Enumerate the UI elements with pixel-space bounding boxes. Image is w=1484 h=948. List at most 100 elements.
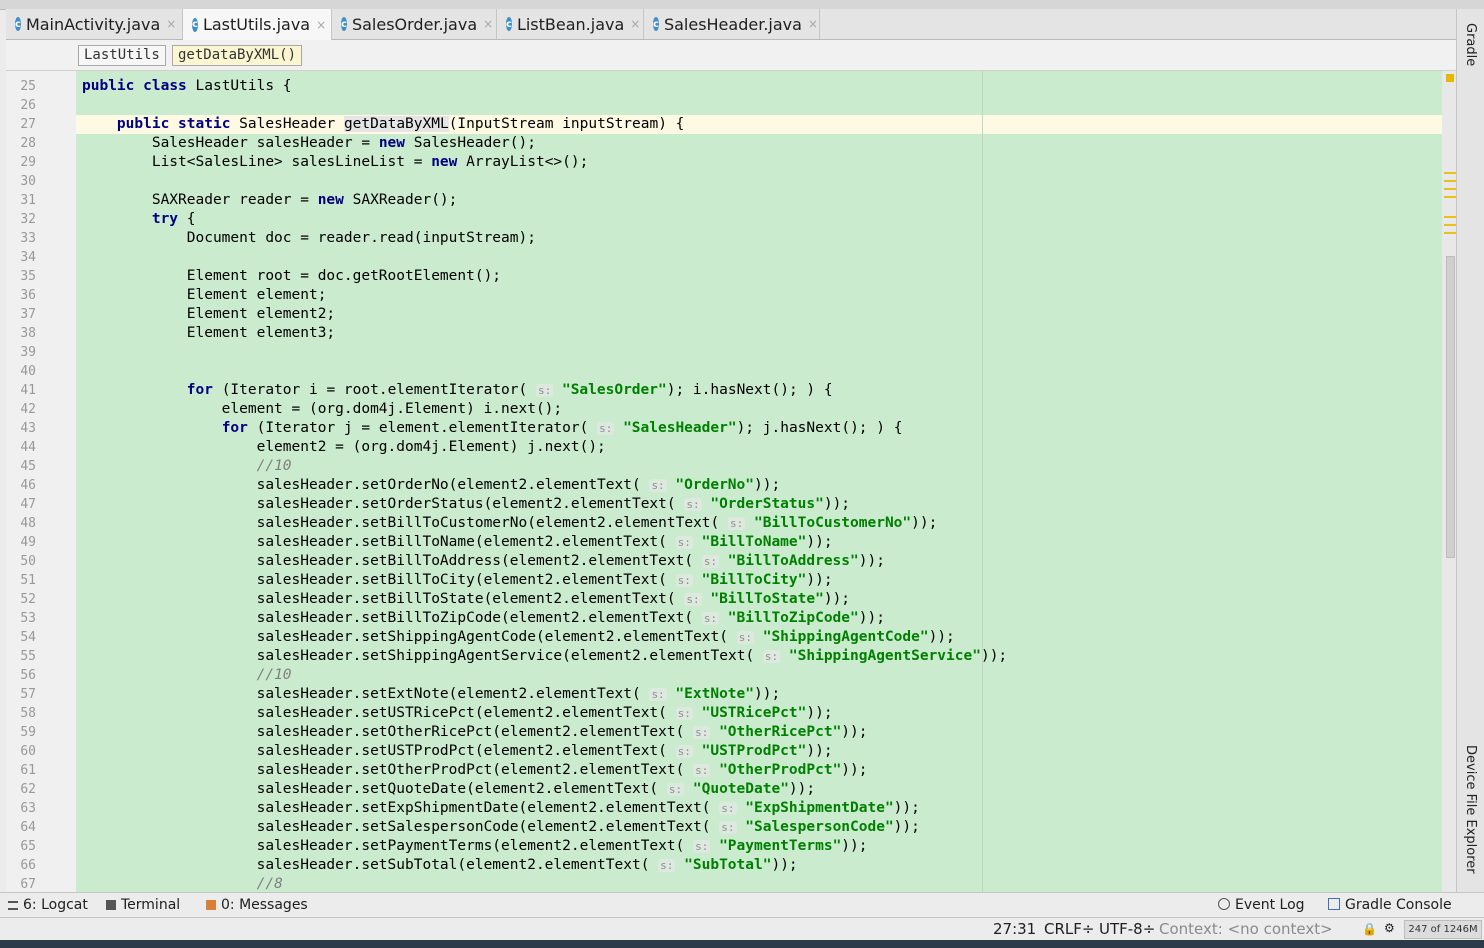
line-number: 32 (20, 212, 36, 227)
code-token: "OtherProdPct" (719, 762, 842, 778)
code-token: SAXReader reader = (82, 192, 318, 208)
code-token: s: (675, 707, 693, 720)
code-line: salesHeader.setBillToZipCode(element2.el… (82, 609, 885, 628)
code-line: element = (org.dom4j.Element) i.next(); (82, 400, 562, 419)
vertical-scrollbar-thumb[interactable] (1446, 256, 1455, 558)
code-line: salesHeader.setOtherProdPct(element2.ele… (82, 761, 868, 780)
code-token: { (178, 211, 196, 227)
code-token: salesHeader.setQuoteDate(element2.elemen… (82, 781, 667, 797)
code-token: "BillToName" (701, 534, 807, 550)
logcat-button[interactable]: 6: Logcat (8, 897, 88, 913)
memory-indicator[interactable]: 247 of 1246M (1404, 920, 1482, 939)
line-number-gutter[interactable]: 25 26 27 28 29 30 31 32 33 34 35 36 37 38 39 40 41 42 43 44… (6, 71, 77, 892)
line-number: 49 (20, 535, 36, 550)
code-token: salesHeader.setUSTProdPct(element2.eleme… (82, 743, 676, 759)
messages-label: 0: Messages (221, 897, 308, 913)
line-number: 35 (20, 269, 36, 284)
code-token: s: (693, 726, 711, 739)
code-token: Element element3; (82, 325, 336, 341)
code-line: salesHeader.setSubTotal(element2.element… (82, 856, 798, 875)
code-token: List<SalesLine> salesLineList = (82, 154, 432, 170)
tab-last-utils[interactable]: c LastUtils.java × (183, 9, 332, 40)
encoding-selector[interactable]: UTF-8÷ (1099, 920, 1155, 938)
warning-marker (1444, 188, 1456, 190)
code-token: s: (597, 422, 615, 435)
close-icon[interactable]: × (166, 17, 176, 31)
tab-sales-order[interactable]: c SalesOrder.java × (332, 9, 497, 39)
error-stripe[interactable] (1442, 71, 1456, 892)
code-token: salesHeader.setShippingAgentCode(element… (82, 629, 737, 645)
code-line: salesHeader.setQuoteDate(element2.elemen… (82, 780, 816, 799)
tab-label: SalesHeader.java (663, 14, 802, 34)
code-token: salesHeader.setSalespersonCode(element2.… (82, 819, 720, 835)
java-class-icon: c (653, 17, 659, 31)
code-token: "OrderNo" (675, 477, 754, 493)
warning-marker (1444, 224, 1456, 226)
tab-main-activity[interactable]: c MainActivity.java × (6, 9, 183, 39)
close-icon[interactable]: × (808, 17, 818, 31)
terminal-button[interactable]: Terminal (106, 897, 180, 913)
line-number: 45 (20, 459, 36, 474)
code-token: salesHeader.setExpShipmentDate(element2.… (82, 800, 720, 816)
code-token: (Iterator j = element.elementIterator( (247, 420, 598, 436)
gradle-panel-button[interactable]: Gradle (1463, 23, 1478, 66)
code-token: salesHeader.setPaymentTerms(element2.ele… (82, 838, 694, 854)
breadcrumb-method[interactable]: getDataByXML() (172, 45, 303, 66)
code-token: ArrayList<>(); (457, 154, 589, 170)
java-class-icon: c (506, 17, 512, 31)
code-token: salesHeader.setSubTotal(element2.element… (82, 857, 659, 873)
code-token: )); (806, 572, 833, 588)
code-token: s: (684, 593, 702, 606)
code-token: //10 (256, 458, 292, 474)
line-number: 29 (20, 155, 36, 170)
code-editor[interactable]: public class LastUtils { public static S… (76, 71, 1456, 892)
line-number: 26 (20, 98, 36, 113)
code-line: salesHeader.setBillToCustomerNo(element2… (82, 514, 938, 533)
java-class-icon: c (341, 17, 347, 31)
gradle-console-button[interactable]: Gradle Console (1328, 897, 1452, 913)
breadcrumb-class[interactable]: LastUtils (78, 45, 166, 66)
code-line: element2 = (org.dom4j.Element) j.next(); (82, 438, 606, 457)
close-icon[interactable]: × (483, 17, 493, 31)
tab-list-bean[interactable]: c ListBean.java × (497, 9, 644, 39)
line-number: 53 (20, 611, 36, 626)
code-token: for (186, 382, 213, 398)
code-token: for (221, 420, 248, 436)
code-token: "BillToAddress" (727, 553, 859, 569)
code-token: salesHeader.setOtherRicePct(element2.ele… (82, 724, 694, 740)
code-token: )); (754, 477, 781, 493)
device-file-explorer-button[interactable]: Device File Explorer (1463, 745, 1478, 874)
close-icon[interactable]: × (630, 17, 640, 31)
line-number: 40 (20, 364, 36, 379)
code-line: salesHeader.setShippingAgentService(elem… (82, 647, 1008, 666)
line-separator-selector[interactable]: CRLF÷ (1044, 920, 1094, 938)
code-token: "PaymentTerms" (719, 838, 842, 854)
tool-window-bar: 6: Logcat Terminal 0: Messages Event Log… (0, 892, 1484, 918)
messages-button[interactable]: 0: Messages (206, 897, 308, 913)
tab-sales-header[interactable]: c SalesHeader.java × (644, 9, 820, 39)
close-icon[interactable]: × (316, 18, 326, 32)
line-number: 55 (20, 649, 36, 664)
caret-position[interactable]: 27:31 (993, 920, 1036, 938)
code-token: "QuoteDate" (692, 781, 789, 797)
inspector-icon[interactable]: ⚙ (1384, 921, 1395, 935)
code-token: s: (666, 783, 685, 796)
lock-icon[interactable]: 🔒 (1362, 922, 1377, 936)
line-number: 56 (20, 668, 36, 683)
code-token: salesHeader.setBillToCity(element2.eleme… (82, 572, 676, 588)
code-token: "ExtNote" (675, 686, 754, 702)
code-token: Document doc = reader.read(inputStream); (82, 230, 536, 246)
code-token: "OtherRicePct" (719, 724, 842, 740)
code-token: new (317, 192, 344, 208)
line-number: 31 (20, 193, 36, 208)
event-log-button[interactable]: Event Log (1218, 897, 1305, 913)
code-token: "USTProdPct" (701, 743, 807, 759)
code-token: s: (693, 840, 711, 853)
code-token: element = (org.dom4j.Element) i.next(); (82, 401, 563, 417)
